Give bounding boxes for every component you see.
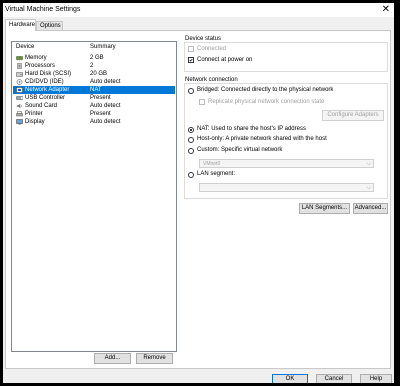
window-title: Virtual Machine Settings [5, 6, 81, 13]
connect-at-power-on-checkbox[interactable] [188, 57, 194, 63]
printer-icon [16, 111, 23, 117]
device-summary: Present [90, 111, 111, 117]
device-name: Sound Card [25, 103, 58, 109]
help-button[interactable]: Help [360, 374, 392, 383]
device-row[interactable]: Hard Disk (SCSI) 20 GB [13, 70, 175, 78]
device-summary: 2 GB [90, 55, 104, 61]
connect-at-power-on-label: Connect at power on [197, 57, 253, 63]
replicate-checkbox[interactable] [199, 99, 205, 105]
configure-adapters-label: Configure Adapters [327, 112, 379, 118]
device-row[interactable]: Memory 2 GB [13, 54, 175, 62]
settings-window: Virtual Machine Settings ✕ Hardware Opti… [3, 3, 394, 383]
bridged-label: Bridged: Connected directly to the physi… [197, 87, 334, 93]
device-summary: Auto detect [90, 79, 121, 85]
device-row[interactable]: Processors 2 [13, 62, 175, 70]
device-row[interactable]: Printer Present [13, 110, 175, 118]
network-connection-title: Network connection [184, 77, 239, 83]
cancel-button[interactable]: Cancel [316, 374, 352, 383]
tab-options[interactable]: Options [36, 21, 63, 30]
device-summary: Auto detect [90, 103, 121, 109]
device-row[interactable]: Network Adapter NAT [13, 86, 175, 94]
lan-segment-radio[interactable] [188, 172, 194, 178]
dialog-button-bar: OK Cancel Help [3, 369, 394, 383]
configure-adapters-button[interactable]: Configure Adapters [322, 110, 384, 121]
device-name: Hard Disk (SCSI) [25, 71, 72, 77]
close-icon[interactable]: ✕ [382, 4, 390, 16]
tab-hardware[interactable]: Hardware [5, 19, 36, 31]
checkmark-icon [189, 58, 193, 62]
device-summary: NAT [90, 87, 102, 93]
lan-segment-select[interactable]: ⌵ [199, 183, 374, 192]
device-row[interactable]: CD/DVD (IDE) Auto detect [13, 78, 175, 86]
custom-network-select[interactable]: VMnet0 ⌵ [199, 159, 374, 168]
device-summary: Present [90, 95, 111, 101]
sound-card-icon [16, 103, 23, 109]
device-row[interactable]: Sound Card Auto detect [13, 102, 175, 110]
title-bar: Virtual Machine Settings ✕ [3, 3, 394, 17]
hard-disk-icon [16, 71, 23, 77]
usb-icon [16, 95, 23, 101]
summary-column-header[interactable]: Summary [90, 44, 116, 50]
processor-icon [16, 63, 23, 69]
host-only-label: Host-only: A private network shared with… [197, 136, 327, 142]
remove-button[interactable]: Remove [136, 353, 173, 364]
device-list[interactable]: Device Summary Memory 2 GB Processors 2 Hard… [11, 41, 177, 352]
device-name: Processors [25, 63, 56, 69]
replicate-label: Replicate physical network connection st… [208, 99, 325, 105]
device-name: CD/DVD (IDE) [25, 79, 64, 85]
device-name: Network Adapter [25, 87, 70, 93]
device-row[interactable]: Display Auto detect [13, 118, 175, 126]
nat-label: NAT: Used to share the host's IP address [197, 126, 306, 132]
custom-network-value: VMnet0 [203, 161, 221, 167]
device-row[interactable]: USB Controller Present [13, 94, 175, 102]
lan-segments-button[interactable]: LAN Segments... [299, 203, 350, 214]
lan-segment-label: LAN segment: [197, 171, 236, 177]
device-name: USB Controller [25, 95, 66, 101]
chevron-down-icon: ⌵ [366, 161, 371, 167]
memory-icon [16, 55, 23, 61]
device-name: Memory [25, 55, 47, 61]
bridged-radio[interactable] [188, 88, 194, 94]
device-summary: 2 [90, 63, 94, 69]
device-column-header[interactable]: Device [16, 44, 34, 50]
device-name: Printer [25, 111, 43, 117]
nat-radio[interactable] [188, 127, 194, 133]
advanced-button[interactable]: Advanced... [353, 203, 388, 214]
network-adapter-icon [16, 87, 23, 93]
add-button[interactable]: Add... [94, 353, 131, 364]
connected-checkbox[interactable] [188, 46, 194, 52]
chevron-down-icon: ⌵ [366, 185, 371, 191]
device-summary: Auto detect [90, 119, 121, 125]
device-status-title: Device status [184, 36, 223, 42]
device-name: Display [25, 119, 45, 125]
connected-label: Connected [197, 46, 227, 52]
custom-radio[interactable] [188, 148, 194, 154]
host-only-radio[interactable] [188, 137, 194, 143]
display-icon [16, 119, 23, 125]
device-summary: 20 GB [90, 71, 108, 77]
custom-label: Custom: Specific virtual network [197, 147, 283, 153]
cd-dvd-icon [16, 79, 23, 85]
ok-button[interactable]: OK [272, 374, 308, 383]
